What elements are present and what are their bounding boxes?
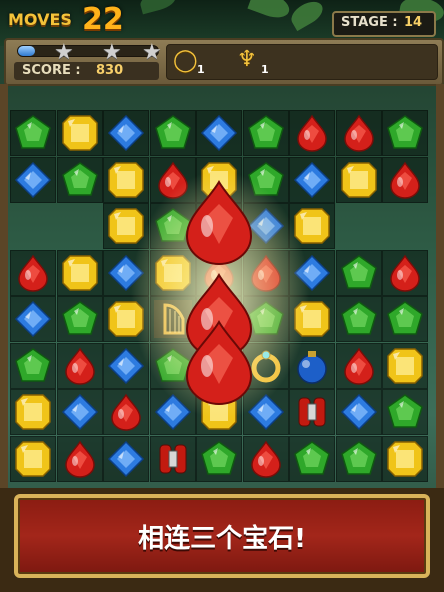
green-gem-icon[interactable] bbox=[385, 299, 425, 339]
red-gem-icon[interactable] bbox=[385, 253, 425, 293]
green-gem-icon[interactable] bbox=[13, 346, 53, 386]
score-label: SCORE : bbox=[22, 63, 81, 78]
score-box: SCORE : 830 bbox=[14, 62, 159, 80]
highlighted-red-gem-icon[interactable] bbox=[181, 178, 257, 268]
goals-box: ◯ 1 ♆ 1 bbox=[166, 44, 438, 80]
ring-icon: ◯ bbox=[173, 48, 198, 73]
green-gem-icon[interactable] bbox=[13, 113, 53, 153]
red-gem-icon[interactable] bbox=[339, 346, 379, 386]
tutorial-text: 相连三个宝石! bbox=[138, 524, 306, 554]
top-hud: MOVES 22 STAGE : 14 bbox=[0, 0, 444, 40]
green-gem-icon[interactable] bbox=[292, 439, 332, 479]
blue-gem-icon[interactable] bbox=[13, 160, 53, 200]
score-panel: ★ ★ ★ SCORE : 830 ◯ 1 ♆ 1 bbox=[4, 38, 444, 86]
green-gem-icon[interactable] bbox=[246, 113, 286, 153]
yellow-gem-icon[interactable] bbox=[13, 392, 53, 432]
green-gem-icon[interactable] bbox=[199, 439, 239, 479]
goal-count-ring: 1 bbox=[197, 63, 205, 76]
green-gem-icon[interactable] bbox=[60, 160, 100, 200]
red-gem-icon[interactable] bbox=[246, 439, 286, 479]
yellow-gem-icon[interactable] bbox=[60, 113, 100, 153]
tutorial-banner: 相连三个宝石! bbox=[14, 494, 430, 578]
score-progress-fill bbox=[18, 46, 35, 56]
stage-value: 14 bbox=[404, 15, 423, 30]
green-gem-icon[interactable] bbox=[60, 299, 100, 339]
green-gem-icon[interactable] bbox=[339, 253, 379, 293]
red-gem-icon[interactable] bbox=[13, 253, 53, 293]
blue-gem-icon[interactable] bbox=[106, 439, 146, 479]
yellow-gem-icon[interactable] bbox=[385, 346, 425, 386]
yellow-gem-icon[interactable] bbox=[385, 439, 425, 479]
blue-gem-icon[interactable] bbox=[339, 392, 379, 432]
green-gem-icon[interactable] bbox=[339, 439, 379, 479]
red-gem-icon[interactable] bbox=[385, 160, 425, 200]
yellow-gem-icon[interactable] bbox=[13, 439, 53, 479]
goal-count-harp: 1 bbox=[261, 63, 269, 76]
score-progress-bar: ★ ★ ★ bbox=[17, 40, 162, 65]
moves-label: MOVES bbox=[8, 10, 72, 29]
blue-gem-icon[interactable] bbox=[106, 113, 146, 153]
stage-label: STAGE : bbox=[341, 15, 398, 30]
board-frame-right bbox=[436, 84, 444, 490]
stage-indicator: STAGE : 14 bbox=[332, 11, 436, 37]
harp-icon: ♆ bbox=[237, 47, 257, 72]
red-gem-icon[interactable] bbox=[60, 346, 100, 386]
green-gem-icon[interactable] bbox=[385, 392, 425, 432]
highlighted-red-gem-icon[interactable] bbox=[181, 318, 257, 408]
yellow-gem-icon[interactable] bbox=[339, 160, 379, 200]
red-gem-icon[interactable] bbox=[339, 113, 379, 153]
blue-gem-icon[interactable] bbox=[199, 113, 239, 153]
blue-gem-icon[interactable] bbox=[60, 392, 100, 432]
moves-value: 22 bbox=[82, 2, 124, 37]
green-gem-icon[interactable] bbox=[385, 113, 425, 153]
score-value: 830 bbox=[96, 63, 124, 78]
red-gem-icon[interactable] bbox=[292, 113, 332, 153]
green-gem-icon[interactable] bbox=[339, 299, 379, 339]
green-gem-icon[interactable] bbox=[153, 113, 193, 153]
yellow-gem-icon[interactable] bbox=[60, 253, 100, 293]
blue-gem-icon[interactable] bbox=[13, 299, 53, 339]
red-gem-icon[interactable] bbox=[60, 439, 100, 479]
board-frame-left bbox=[0, 84, 8, 490]
barrel-icon[interactable] bbox=[153, 439, 193, 479]
